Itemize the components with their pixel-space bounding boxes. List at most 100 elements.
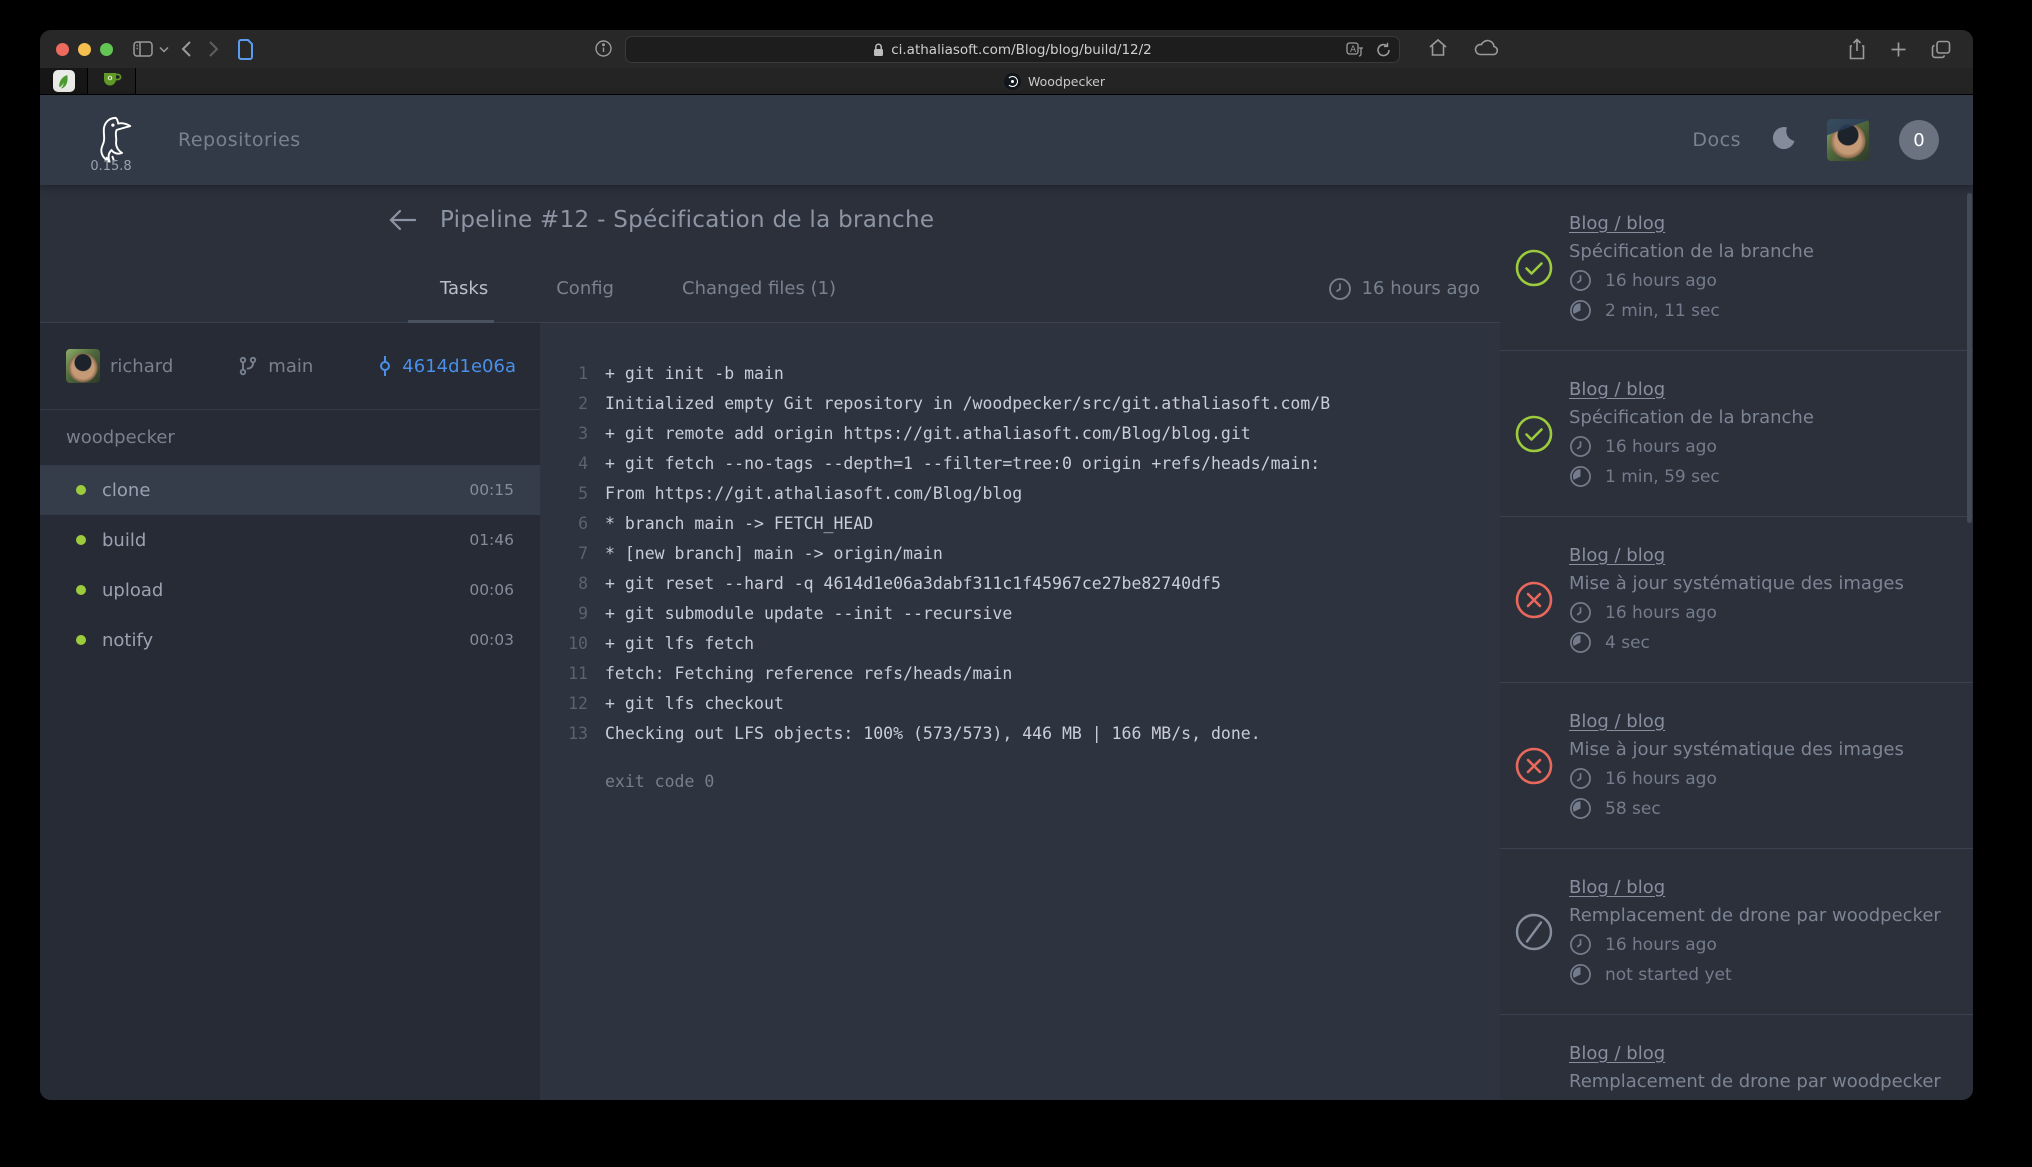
duration-icon [1569,299,1592,322]
log-line-number: 13 [560,719,588,749]
pipeline-when: 16 hours ago [1569,269,1814,292]
step-status-dot [76,535,86,545]
log-line-number: 6 [560,509,588,539]
log-line-text: + git lfs fetch [605,629,754,659]
nav-docs[interactable]: Docs [1692,129,1741,151]
pipeline-message: Mise à jour systématique des images [1569,573,1904,594]
pipeline-entry[interactable]: Blog / blog Mise à jour systématique des… [1500,517,1973,683]
commit-branch: main [238,356,313,377]
commit-row: richard main 4614d1e06a [40,323,540,410]
back-button[interactable] [181,40,192,58]
page-info-icon[interactable] [595,40,612,57]
translate-icon[interactable]: A [1346,42,1364,58]
dark-mode-moon-icon[interactable] [1771,125,1797,155]
log-line-text: + git fetch --no-tags --depth=1 --filter… [605,449,1320,479]
sidebar-chevron-icon[interactable] [159,46,169,53]
app-version: 0.15.8 [90,159,131,174]
repo-link[interactable]: Blog / blog [1569,711,1665,732]
log-line-number: 12 [560,689,588,719]
tab-changed-files[interactable]: Changed files (1) [682,255,836,322]
pipeline-step[interactable]: clone 00:15 [40,465,540,515]
back-arrow-icon[interactable] [388,209,416,231]
log-line-number: 2 [560,389,588,419]
log-line: 11 fetch: Fetching reference refs/heads/… [560,659,1490,689]
repo-link[interactable]: Blog / blog [1569,1043,1665,1064]
log-line-text: * [new branch] main -> origin/main [605,539,943,569]
app-header: 0.15.8 Repositories Docs 0 [40,95,1973,185]
tab-overview-icon[interactable] [1931,38,1951,60]
tab-config[interactable]: Config [556,255,614,322]
step-name: upload [102,580,163,601]
pipeline-status-icon [1514,746,1554,786]
repo-link[interactable]: Blog / blog [1569,213,1665,234]
step-duration: 00:15 [469,481,514,499]
repo-link[interactable]: Blog / blog [1569,545,1665,566]
active-tab[interactable]: Woodpecker [136,68,1973,94]
zoom-window-button[interactable] [100,43,113,56]
pipeline-entry[interactable]: Blog / blog Remplacement de drone par wo… [1500,1015,1973,1100]
share-icon[interactable] [1848,38,1866,60]
log-line-text: + git remote add origin https://git.atha… [605,419,1251,449]
pipeline-message: Mise à jour systématique des images [1569,739,1904,760]
clock-icon [1328,277,1352,301]
reload-icon[interactable] [1376,42,1391,58]
pipeline-status-icon [1514,414,1554,454]
log-line-text: Checking out LFS objects: 100% (573/573)… [605,719,1261,749]
home-icon[interactable] [1428,38,1448,57]
log-line: 8 + git reset --hard -q 4614d1e06a3dabf3… [560,569,1490,599]
tab-tasks[interactable]: Tasks [440,255,488,322]
page-title: Pipeline #12 - Spécification de la branc… [440,207,934,233]
pinned-tab-gitea[interactable] [88,68,136,94]
step-name: notify [102,630,153,651]
minimize-window-button[interactable] [78,43,91,56]
browser-window: ci.athaliasoft.com/Blog/blog/build/12/2 … [40,30,1973,1100]
step-status-dot [76,485,86,495]
log-line-text: + git lfs checkout [605,689,784,719]
repo-link[interactable]: Blog / blog [1569,379,1665,400]
skipped-slash-icon [1514,912,1554,952]
address-bar[interactable]: ci.athaliasoft.com/Blog/blog/build/12/2 … [625,36,1400,63]
woodpecker-favicon-icon [1004,73,1021,90]
sidebar-toggle-icon[interactable] [133,41,153,57]
step-duration: 00:06 [469,581,514,599]
pipeline-entry[interactable]: Blog / blog Remplacement de drone par wo… [1500,849,1973,1015]
url-text: ci.athaliasoft.com/Blog/blog/build/12/2 [891,42,1152,58]
log-output[interactable]: 1 + git init -b main 2 Initialized empty… [540,323,1500,1100]
reader-icon[interactable] [237,39,254,60]
step-status-dot [76,585,86,595]
log-line-number: 1 [560,359,588,389]
user-avatar[interactable] [1827,119,1869,161]
pipeline-step[interactable]: upload 00:06 [40,565,540,615]
commit-sha-link[interactable]: 4614d1e06a [378,355,516,377]
sidebar-scrollbar[interactable] [1967,193,1972,523]
woodpecker-app: 0.15.8 Repositories Docs 0 Pipeline #12 … [40,95,1973,1100]
pipeline-duration: 4 sec [1569,631,1904,654]
cloud-icon[interactable] [1474,38,1498,57]
step-status-dot [76,635,86,645]
pipeline-entry[interactable]: Blog / blog Spécification de la branche … [1500,185,1973,351]
pipeline-message: Spécification de la branche [1569,241,1814,262]
log-line-text: + git init -b main [605,359,784,389]
clock-icon [1569,435,1592,458]
pipeline-when: 16 hours ago [1569,767,1904,790]
repo-link[interactable]: Blog / blog [1569,877,1665,898]
pipeline-entry[interactable]: Blog / blog Spécification de la branche … [1500,351,1973,517]
logo-block[interactable]: 0.15.8 [88,115,134,174]
forward-button[interactable] [208,40,219,58]
pinned-tab-feather[interactable] [40,68,88,94]
commit-icon [378,355,392,377]
log-line: 9 + git submodule update --init --recurs… [560,599,1490,629]
pipeline-entry[interactable]: Blog / blog Mise à jour systématique des… [1500,683,1973,849]
log-line-text: From https://git.athaliasoft.com/Blog/bl… [605,479,1022,509]
close-window-button[interactable] [56,43,69,56]
commit-author: richard [66,349,173,383]
pipeline-step[interactable]: build 01:46 [40,515,540,565]
log-line-number: 7 [560,539,588,569]
pipeline-step[interactable]: notify 00:03 [40,615,540,665]
step-duration: 00:03 [469,631,514,649]
branch-icon [238,356,258,376]
new-tab-icon[interactable] [1890,38,1907,60]
clock-icon [1569,269,1592,292]
nav-repositories[interactable]: Repositories [178,129,301,151]
notification-badge[interactable]: 0 [1899,120,1939,160]
